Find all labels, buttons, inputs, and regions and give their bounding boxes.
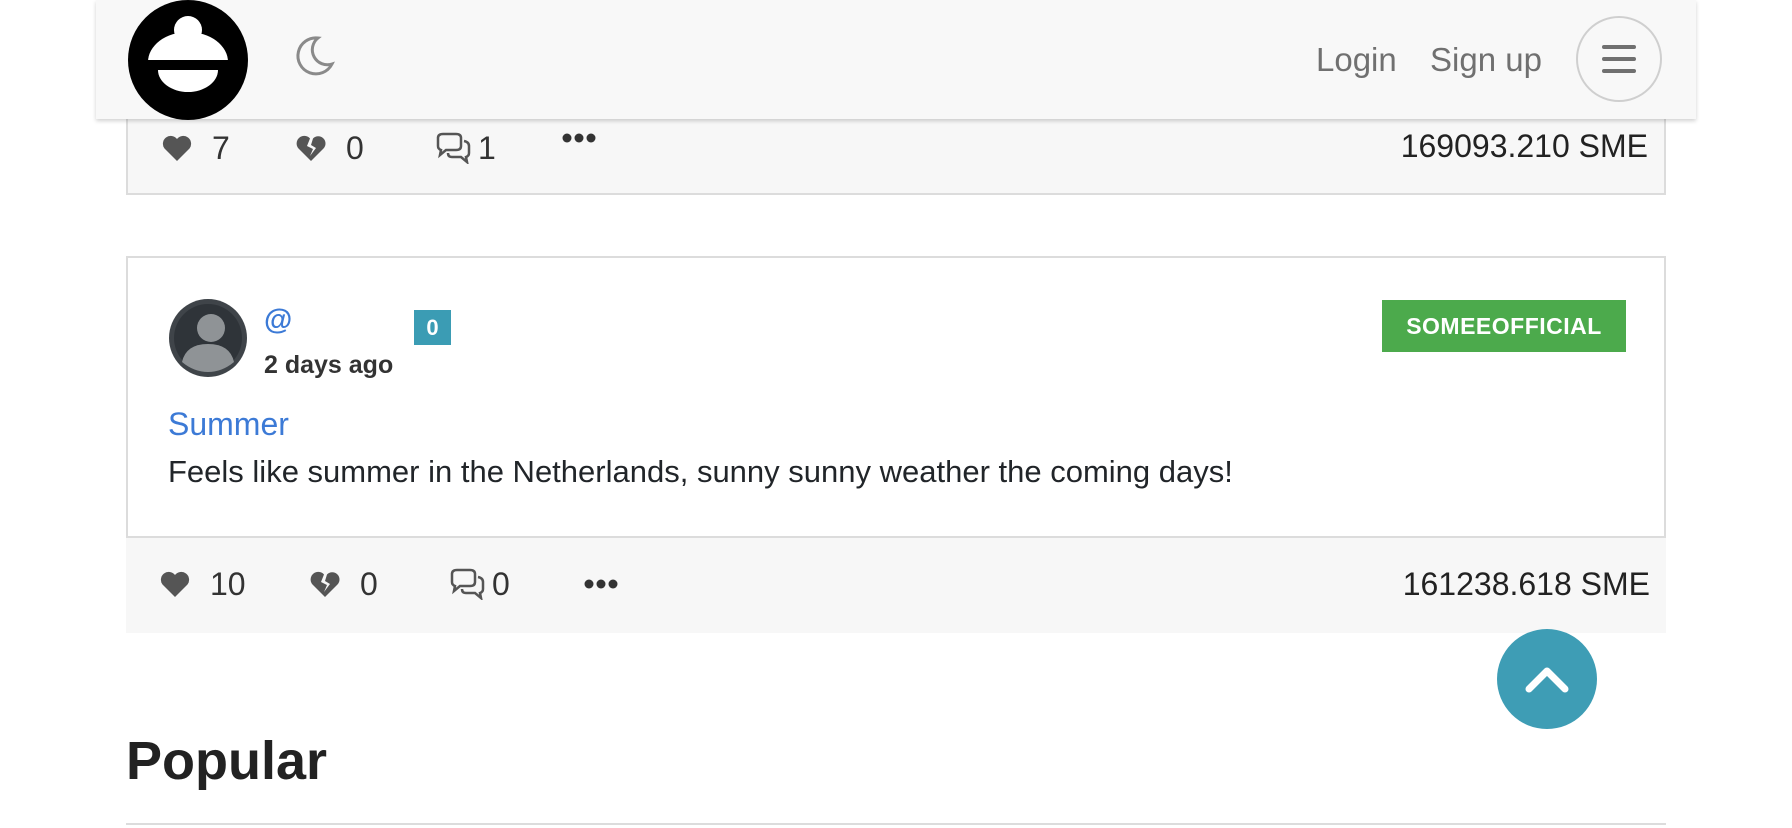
scroll-to-top-button[interactable] (1497, 629, 1597, 729)
post-title[interactable]: Summer (168, 406, 289, 443)
site-logo[interactable] (128, 0, 248, 120)
comment-button[interactable]: 1 (434, 130, 496, 166)
more-options-button[interactable] (562, 132, 596, 144)
post-reward: 161238.618 SME (1402, 566, 1650, 602)
more-options-button[interactable] (584, 578, 618, 590)
like-button[interactable]: 7 (162, 130, 230, 166)
dislike-button[interactable]: 0 (296, 130, 364, 166)
post-text: Feels like summer in the Netherlands, su… (168, 454, 1233, 489)
heart-icon (160, 571, 190, 597)
comment-count: 1 (478, 130, 496, 166)
post-reward: 169093.210 SME (1400, 128, 1648, 164)
hamburger-icon (1602, 45, 1636, 73)
author-username[interactable]: @ (264, 304, 292, 337)
like-count: 7 (212, 130, 230, 166)
comment-count: 0 (492, 566, 510, 602)
chevron-up-icon (1525, 667, 1569, 693)
dislike-button[interactable]: 0 (310, 566, 378, 602)
login-link[interactable]: Login (1316, 38, 1397, 82)
card-top-border (126, 823, 1666, 825)
ellipsis-icon (584, 579, 618, 589)
post-card: @ 0 2 days ago SOMEEOFFICIAL Summer Feel… (126, 256, 1666, 633)
avatar[interactable] (168, 298, 248, 378)
community-badge[interactable]: SOMEEOFFICIAL (1382, 300, 1626, 352)
comments-icon (450, 568, 485, 600)
comments-icon (436, 132, 471, 164)
signup-link[interactable]: Sign up (1430, 38, 1542, 82)
menu-button[interactable] (1576, 16, 1662, 102)
broken-heart-icon (296, 135, 326, 161)
comment-button[interactable]: 0 (448, 566, 510, 602)
like-count: 10 (210, 566, 246, 602)
moon-icon[interactable] (292, 34, 336, 78)
heart-icon (162, 135, 192, 161)
dislike-count: 0 (346, 130, 364, 166)
post-body: @ 0 2 days ago SOMEEOFFICIAL Summer Feel… (128, 258, 1664, 536)
top-navbar: Login Sign up (96, 0, 1696, 120)
post-footer: 10 0 0 161238.618 SME (126, 536, 1666, 633)
section-title: Popular (126, 731, 328, 791)
like-button[interactable]: 10 (160, 566, 246, 602)
dislike-count: 0 (360, 566, 378, 602)
reputation-badge: 0 (414, 310, 451, 345)
post-timestamp: 2 days ago (264, 351, 394, 379)
broken-heart-icon (310, 571, 340, 597)
ellipsis-icon (562, 133, 596, 143)
